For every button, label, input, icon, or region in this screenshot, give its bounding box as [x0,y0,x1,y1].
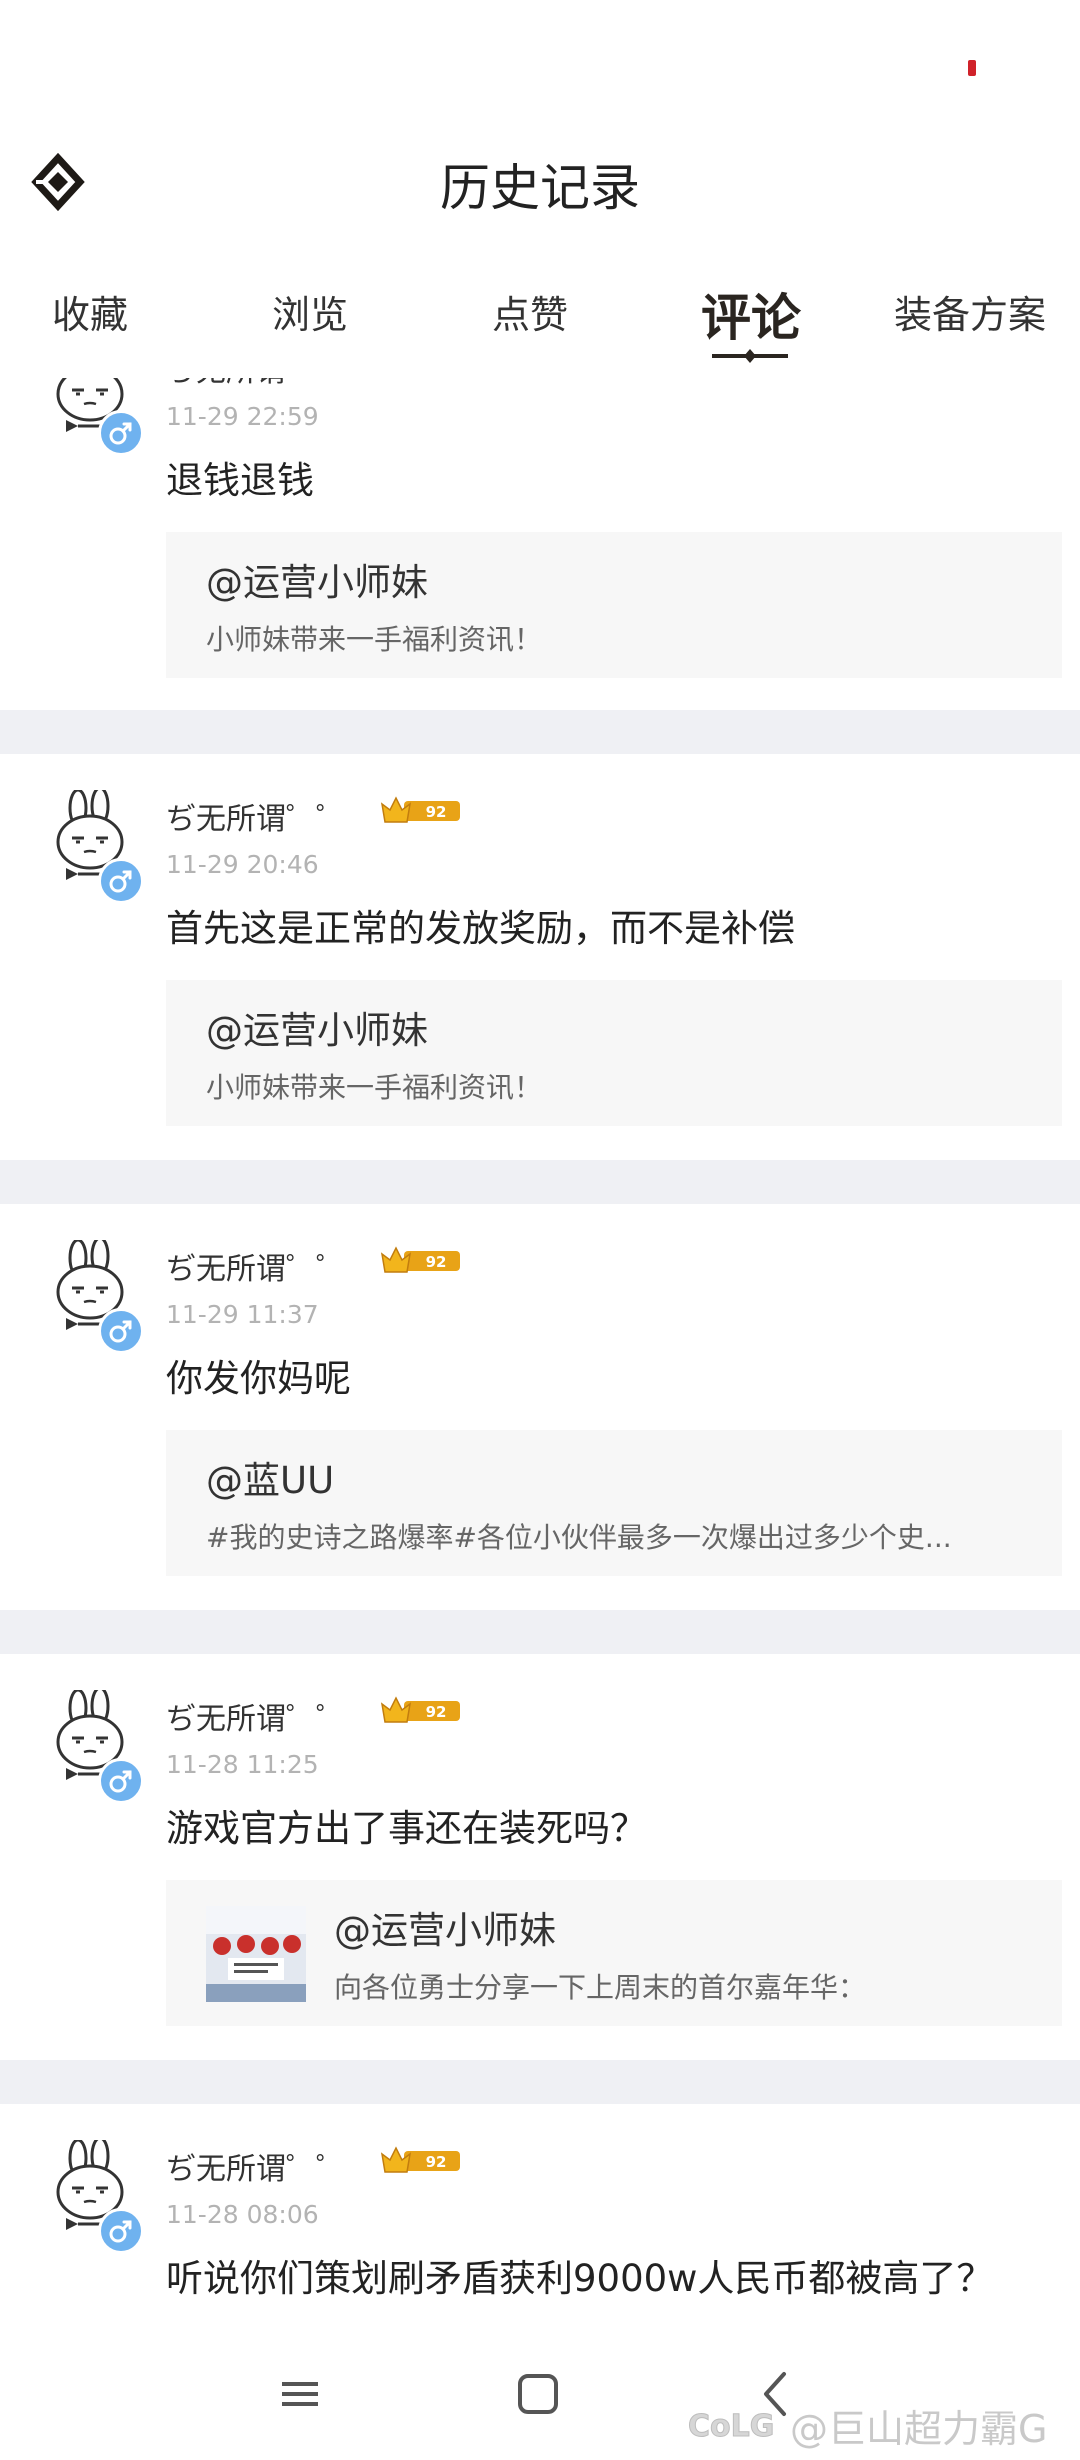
level-badge: 92 [380,378,462,380]
comment-text: 听说你们策划刷矛盾获利9000w人民币都被高了？ [166,2257,994,2300]
quoted-post[interactable]: @运营小师妹 小师妹带来一手福利资讯！ [166,532,1062,678]
quoted-author: @运营小师妹 [206,1009,428,1052]
svg-text:92: 92 [426,1703,447,1721]
svg-text:92: 92 [426,1253,447,1271]
watermark-logo-icon: CoLG [688,2404,788,2445]
comment-card[interactable]: ぢ无所谓゜゜ 92 11-28 08:06 听说你们策划刷矛盾获利9000w人民… [0,2104,1080,2328]
active-tab-indicator [712,348,788,363]
comment-feed[interactable]: ぢ无所谓゜゜ 92 11-29 22:59 退钱退钱 @运营小师妹 小师妹带来一… [0,378,1080,2328]
male-gender-icon [98,1308,144,1354]
home-icon[interactable] [502,2358,574,2430]
header: 历史记录 [0,130,1080,250]
level-badge: 92 [380,2144,462,2178]
menu-icon[interactable] [264,2358,336,2430]
male-gender-icon [98,858,144,904]
quoted-author: @运营小师妹 [334,1909,556,1952]
tab-likes[interactable]: 点赞 [492,284,568,339]
quoted-author: @运营小师妹 [206,561,428,604]
comment-time: 11-28 11:25 [166,1750,319,1779]
comment-time: 11-28 08:06 [166,2200,319,2229]
quoted-summary: 小师妹带来一手福利资讯！ [206,623,543,656]
svg-text:CoLG: CoLG [688,2409,774,2444]
tab-comments[interactable]: 评论 [701,278,801,350]
comment-text: 首先这是正常的发放奖励，而不是补偿 [166,907,795,950]
quoted-summary: 小师妹带来一手福利资讯！ [206,1071,543,1104]
male-gender-icon [98,410,144,456]
comment-text: 你发你妈呢 [166,1357,351,1400]
card-separator [0,1610,1080,1654]
comment-text: 游戏官方出了事还在装死吗？ [166,1807,647,1850]
quoted-thumbnail-image [206,1906,306,2002]
status-bar [0,0,1080,130]
quoted-summary: 向各位勇士分享一下上周末的首尔嘉年华： [334,1971,867,2004]
quoted-author: @蓝UU [206,1459,335,1502]
page-title: 历史记录 [440,159,640,217]
quoted-post[interactable]: @蓝UU #我的史诗之路爆率#各位小伙伴最多一次爆出过多少个史... [166,1430,1062,1576]
comment-card[interactable]: ぢ无所谓゜゜ 92 11-28 11:25 游戏官方出了事还在装死吗？ @运营小… [0,1654,1080,2036]
username[interactable]: ぢ无所谓゜゜ [166,1244,346,1288]
tab-browse[interactable]: 浏览 [272,284,348,339]
username[interactable]: ぢ无所谓゜゜ [166,2144,346,2188]
username[interactable]: ぢ无所谓゜゜ [166,378,346,390]
watermark-text: @巨山超力霸G [790,2407,1048,2451]
male-gender-icon [98,2208,144,2254]
comment-card[interactable]: ぢ无所谓゜゜ 92 11-29 11:37 你发你妈呢 @蓝UU #我的史诗之路… [0,1204,1080,1586]
card-separator [0,1160,1080,1204]
username[interactable]: ぢ无所谓゜゜ [166,794,346,838]
status-indicator [968,60,976,76]
tab-favorites[interactable]: 收藏 [52,284,128,339]
quoted-post[interactable]: @运营小师妹 小师妹带来一手福利资讯！ [166,980,1062,1126]
tab-bar: 收藏 浏览 点赞 评论 装备方案 [0,250,1080,379]
comment-time: 11-29 11:37 [166,1300,319,1329]
card-separator [0,2060,1080,2104]
level-badge: 92 [380,794,462,828]
comment-card[interactable]: ぢ无所谓゜゜ 92 11-29 22:59 退钱退钱 @运营小师妹 小师妹带来一… [0,378,1080,688]
comment-card[interactable]: ぢ无所谓゜゜ 92 11-29 20:46 首先这是正常的发放奖励，而不是补偿 … [0,754,1080,1136]
comment-time: 11-29 22:59 [166,402,319,431]
svg-text:92: 92 [426,2153,447,2171]
quoted-post[interactable]: @运营小师妹 向各位勇士分享一下上周末的首尔嘉年华： [166,1880,1062,2026]
tab-equipment-plans[interactable]: 装备方案 [894,284,1046,339]
comment-text: 退钱退钱 [166,459,314,502]
male-gender-icon [98,1758,144,1804]
level-badge: 92 [380,1244,462,1278]
comment-time: 11-29 20:46 [166,850,319,879]
level-badge: 92 [380,1694,462,1728]
username[interactable]: ぢ无所谓゜゜ [166,1694,346,1738]
card-separator [0,710,1080,754]
quoted-summary: #我的史诗之路爆率#各位小伙伴最多一次爆出过多少个史... [206,1521,952,1554]
svg-text:92: 92 [426,803,447,821]
